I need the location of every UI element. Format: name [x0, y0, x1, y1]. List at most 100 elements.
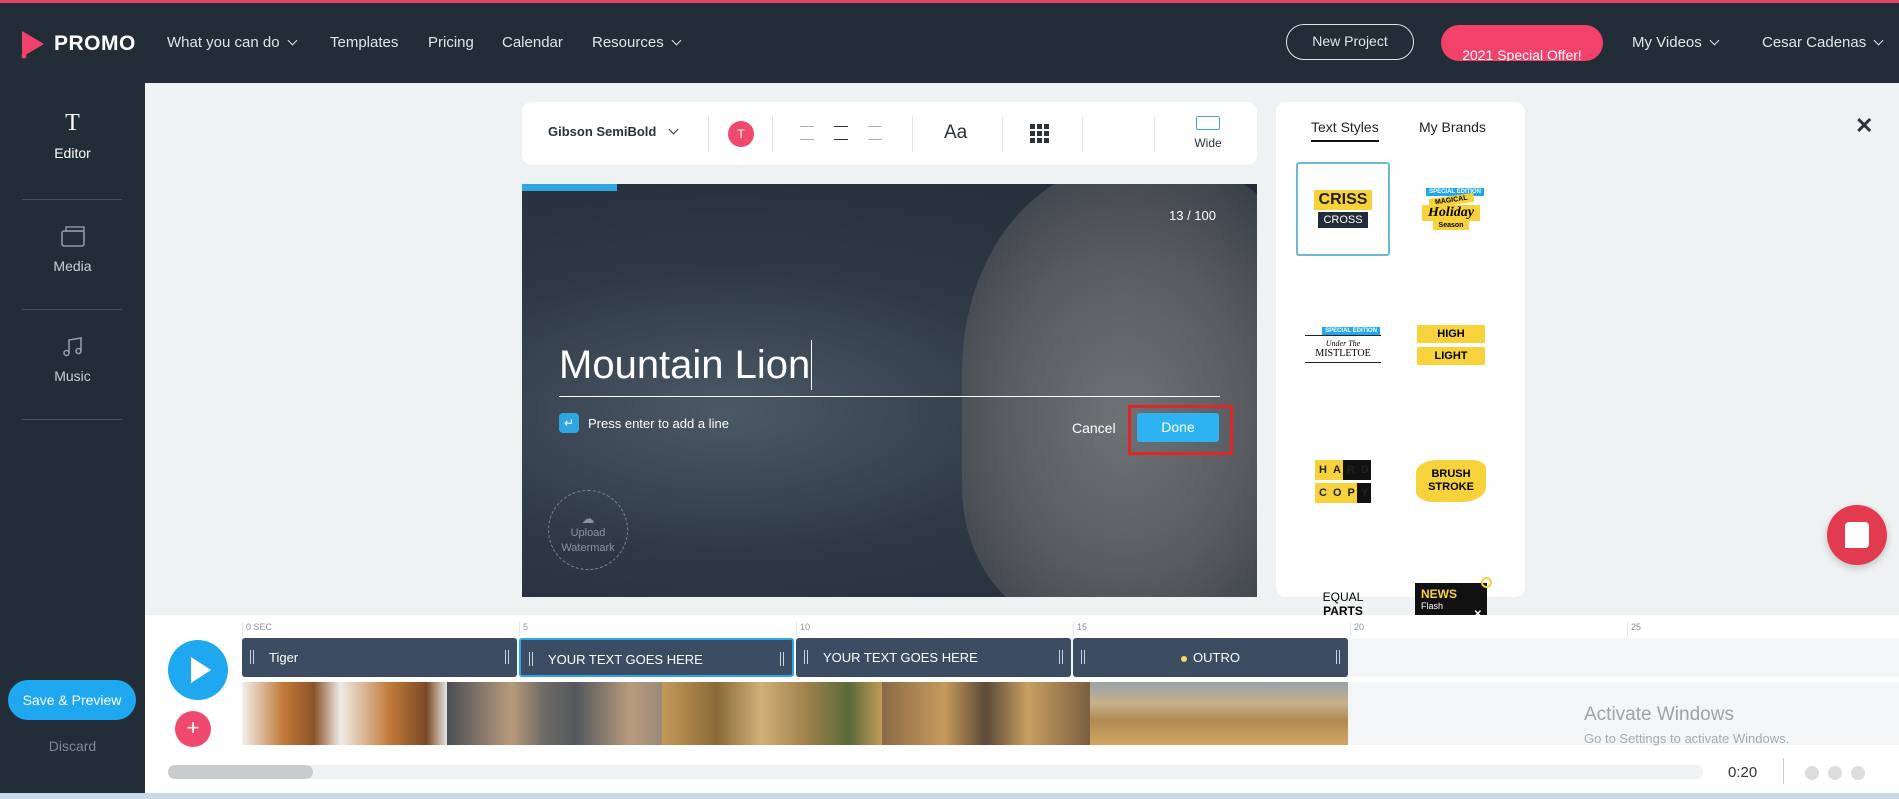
new-project-button[interactable]: New Project — [1286, 24, 1414, 60]
drag-handle[interactable] — [1059, 650, 1063, 664]
drag-handle[interactable] — [780, 652, 784, 666]
clip-cheetah[interactable] — [662, 682, 882, 745]
upload-watermark-button[interactable]: ☁ Upload Watermark — [548, 490, 628, 570]
text-size-button[interactable]: Aa — [944, 122, 967, 144]
chevron-down-icon — [671, 35, 682, 46]
style-criss-cross[interactable]: CRISS CROSS — [1296, 162, 1390, 256]
timeline-segment-text-2[interactable]: YOUR TEXT GOES HERE — [796, 638, 1071, 677]
drag-handle[interactable] — [250, 650, 254, 664]
aspect-ratio-button[interactable]: Wide — [1186, 116, 1230, 150]
nav-what-you-can-do[interactable]: What you can do — [167, 34, 298, 51]
text-underline — [559, 396, 1220, 397]
nav-pricing[interactable]: Pricing — [428, 34, 474, 51]
expand-icon[interactable] — [1851, 766, 1865, 780]
activate-windows-title: Activate Windows — [1584, 704, 1734, 725]
video-preview: 13 / 100 Mountain Lion ↵ Press enter to … — [522, 184, 1257, 597]
divider — [22, 309, 122, 310]
ruler-tick: 15 — [1073, 622, 1087, 636]
nav-calendar[interactable]: Calendar — [502, 34, 563, 51]
chevron-down-icon — [1709, 35, 1720, 46]
drag-handle[interactable] — [1081, 650, 1085, 664]
ratio-label: Wide — [1194, 136, 1222, 150]
brand-name: PROMO — [54, 32, 136, 55]
add-scene-button[interactable]: + — [175, 711, 211, 747]
nav-templates[interactable]: Templates — [330, 34, 398, 51]
promo-logo-icon — [21, 31, 44, 59]
dot-icon — [1181, 655, 1188, 662]
logo[interactable]: PROMO — [20, 29, 136, 59]
play-icon — [191, 657, 211, 683]
ruler-tick: 5 — [519, 622, 528, 636]
font-select[interactable]: Gibson SemiBold — [548, 124, 679, 139]
timeline-segment-text-1[interactable]: YOUR TEXT GOES HERE — [519, 638, 794, 677]
ruler-tick: 25 — [1627, 622, 1641, 636]
text-toolbar: Gibson SemiBold T Aa Wide — [522, 102, 1257, 165]
ruler-tick: 20 — [1350, 622, 1364, 636]
done-button[interactable]: Done — [1137, 413, 1219, 442]
style-high-light[interactable]: HIGH LIGHT — [1404, 298, 1498, 392]
media-icon — [60, 226, 85, 247]
tab-text-styles[interactable]: Text Styles — [1311, 119, 1379, 142]
style-hard-copy[interactable]: HARD COPY — [1296, 434, 1390, 528]
scrollbar-thumb[interactable] — [168, 765, 313, 779]
my-videos-menu[interactable]: My Videos — [1632, 34, 1720, 51]
sidebar-item-media[interactable]: Media — [0, 225, 145, 274]
style-badge: SPECIAL EDITION — [1322, 327, 1380, 335]
user-menu[interactable]: Cesar Cadenas — [1762, 34, 1884, 51]
timeline-segment-outro[interactable]: OUTRO — [1073, 638, 1348, 677]
divider — [1154, 116, 1155, 152]
drag-handle[interactable] — [505, 650, 509, 664]
sidebar-item-label: Editor — [54, 145, 91, 161]
chevron-down-icon — [1873, 35, 1884, 46]
chat-button[interactable] — [1827, 505, 1887, 565]
divider — [1783, 758, 1784, 784]
drag-handle[interactable] — [1336, 650, 1340, 664]
divider — [708, 116, 709, 152]
align-right-icon[interactable] — [868, 126, 882, 140]
style-line: Flash — [1421, 601, 1444, 611]
play-button[interactable] — [168, 640, 228, 700]
text-color-button[interactable]: T — [728, 121, 754, 147]
sidebar-item-music[interactable]: Music — [0, 335, 145, 384]
scene-progress-bar — [522, 184, 617, 191]
drag-handle[interactable] — [804, 650, 808, 664]
divider — [22, 419, 122, 420]
discard-button[interactable]: Discard — [0, 738, 145, 754]
title-text-input[interactable]: Mountain Lion — [559, 340, 813, 390]
ruler-tick: 0 SEC — [242, 622, 272, 636]
style-brush-stroke[interactable]: BRUSH STROKE — [1404, 434, 1498, 528]
clip-cougar[interactable] — [447, 682, 662, 745]
special-offer-button[interactable]: 2021 Special Offer! — [1441, 25, 1603, 61]
clip-tiger[interactable] — [242, 682, 447, 745]
watermark-label: Upload Watermark — [561, 527, 615, 554]
close-icon[interactable]: ✕ — [1855, 113, 1873, 139]
segment-label: OUTRO — [1193, 650, 1240, 665]
timeline-segment-tiger[interactable]: Tiger — [242, 638, 517, 677]
style-line: Season — [1432, 221, 1470, 230]
timeline: 0 SEC 5 10 15 20 25 Tiger YOUR TEXT GOES… — [145, 615, 1899, 793]
duration-label: 0:20 — [1728, 764, 1758, 781]
clip-lion[interactable] — [1090, 682, 1348, 745]
zoom-out-icon[interactable] — [1805, 766, 1819, 780]
style-magical-holiday[interactable]: SPECIAL EDITION MAGICAL Holiday Season — [1404, 162, 1498, 256]
divider — [22, 199, 122, 200]
align-center-icon[interactable] — [834, 126, 848, 140]
align-left-icon[interactable] — [800, 126, 814, 140]
style-mistletoe[interactable]: SPECIAL EDITION Under The MISTLETOE — [1296, 298, 1390, 392]
cancel-button[interactable]: Cancel — [1072, 420, 1116, 436]
style-line: HARD — [1315, 459, 1371, 480]
nav-label: What you can do — [167, 34, 280, 51]
nav-resources[interactable]: Resources — [592, 34, 682, 51]
save-preview-button[interactable]: Save & Preview — [8, 680, 136, 720]
divider — [1082, 116, 1083, 152]
sidebar-item-editor[interactable]: T Editor — [0, 110, 145, 161]
timeline-scrollbar[interactable] — [168, 765, 1703, 779]
ruler-tick: 10 — [796, 622, 810, 636]
enter-key-icon: ↵ — [559, 413, 579, 433]
drag-handle[interactable] — [529, 652, 533, 666]
user-name: Cesar Cadenas — [1762, 34, 1867, 51]
tab-my-brands[interactable]: My Brands — [1419, 119, 1486, 135]
grid-icon[interactable] — [1030, 124, 1049, 143]
clip-leopard[interactable] — [882, 682, 1090, 745]
zoom-in-icon[interactable] — [1828, 766, 1842, 780]
